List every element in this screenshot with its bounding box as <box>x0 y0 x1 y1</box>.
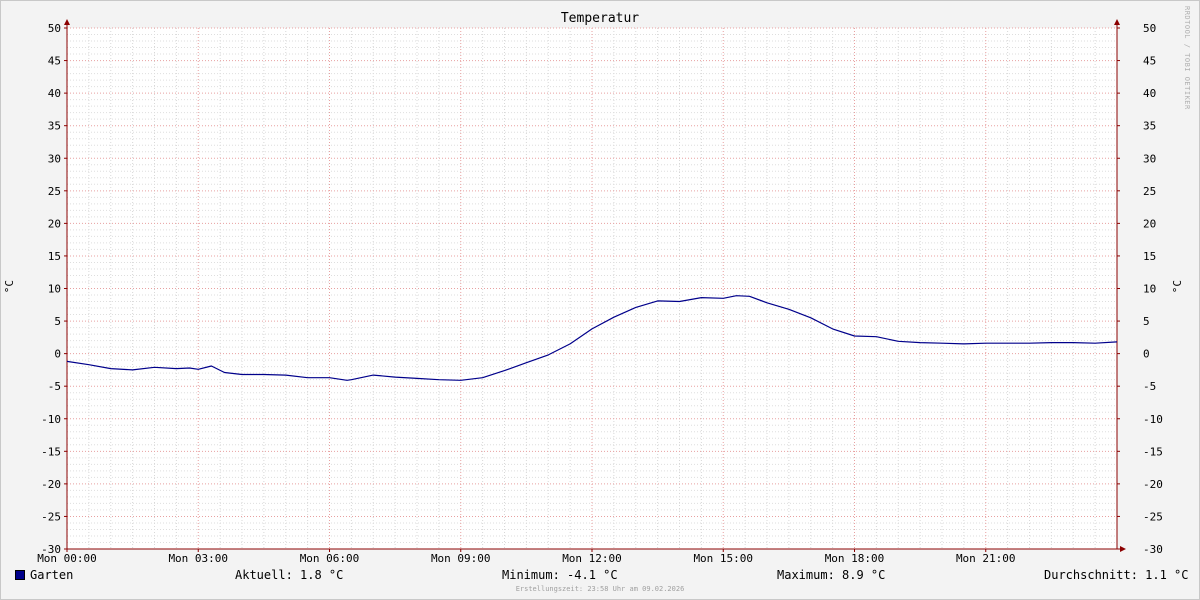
y-tick-label-left: 25 <box>48 185 61 198</box>
y-tick-label-right: 45 <box>1143 55 1156 68</box>
chart-title: Temperatur <box>560 11 640 26</box>
y-tick-label-left: 10 <box>48 283 61 296</box>
y-tick-label-left: 45 <box>48 55 61 68</box>
x-tick-label: Mon 09:00 <box>431 552 491 565</box>
y-axis-label-left: °C <box>3 280 16 294</box>
y-tick-label-right: 0 <box>1143 348 1150 361</box>
y-tick-label-right: 40 <box>1143 87 1156 100</box>
y-tick-label-left: 5 <box>54 315 61 328</box>
x-axis-arrow <box>1120 546 1126 552</box>
y-tick-label-right: 5 <box>1143 315 1150 328</box>
y-tick-label-left: -5 <box>48 380 61 393</box>
y-tick-label-right: 15 <box>1143 250 1156 263</box>
x-tick-label: Mon 21:00 <box>956 552 1016 565</box>
rrdtool-watermark: RRDTOOL / TOBI OETIKER <box>1183 6 1191 110</box>
x-tick-label: Mon 18:00 <box>825 552 885 565</box>
temperature-chart: 50 5045 4540 4035 3530 3025 2520 2015 1510 105 50 0… <box>37 19 1163 565</box>
y-tick-label-right: -25 <box>1143 510 1163 523</box>
y-tick-label-right: 30 <box>1143 152 1156 165</box>
y-tick-label-right: -5 <box>1143 380 1156 393</box>
legend-maximum: Maximum: 8.9 °C <box>777 568 886 582</box>
x-tick-label: Mon 06:00 <box>300 552 360 565</box>
y-tick-label-left: 30 <box>48 152 61 165</box>
y-tick-label-left: 40 <box>48 87 61 100</box>
y-tick-label-right: -10 <box>1143 413 1163 426</box>
y-tick-label-right: 10 <box>1143 283 1156 296</box>
y-tick-label-right: 20 <box>1143 217 1156 230</box>
legend-current: Aktuell: 1.8 °C <box>235 568 344 582</box>
y-tick-label-right: -15 <box>1143 445 1163 458</box>
y-tick-label-left: 20 <box>48 217 61 230</box>
y-tick-label-left: 15 <box>48 250 61 263</box>
x-tick-label: Mon 12:00 <box>562 552 622 565</box>
x-tick-label: Mon 00:00 <box>37 552 97 565</box>
y-tick-label-right: 25 <box>1143 185 1156 198</box>
y-tick-label-left: -15 <box>41 445 61 458</box>
x-tick-label: Mon 15:00 <box>693 552 753 565</box>
x-tick-label: Mon 03:00 <box>168 552 228 565</box>
y-tick-label-right: 35 <box>1143 120 1156 133</box>
y-tick-label-right: -30 <box>1143 543 1163 556</box>
y-tick-label-left: 35 <box>48 120 61 133</box>
legend-average: Durchschnitt: 1.1 °C <box>1044 568 1189 582</box>
y-tick-label-left: -25 <box>41 510 61 523</box>
y-tick-label-right: -20 <box>1143 478 1163 491</box>
legend-minimum: Minimum: -4.1 °C <box>502 568 618 582</box>
y-tick-label-left: -10 <box>41 413 61 426</box>
y-axis-label-right: °C <box>1171 280 1184 294</box>
creation-timestamp: Erstellungszeit: 23:58 Uhr am 09.02.2026 <box>515 585 685 593</box>
y-tick-label-left: 0 <box>54 348 61 361</box>
y-tick-label-left: -20 <box>41 478 61 491</box>
legend-swatch-garten <box>15 570 25 580</box>
legend-series-name: Garten <box>30 568 74 582</box>
